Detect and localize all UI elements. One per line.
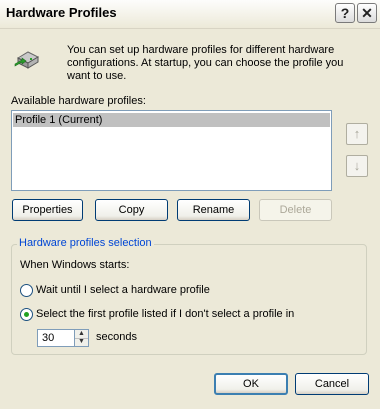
- available-profiles-label: Available hardware profiles:: [11, 95, 146, 107]
- arrow-down-icon: ↓: [353, 158, 361, 173]
- help-icon: ?: [340, 5, 350, 21]
- title-bar: Hardware Profiles ? ✕: [0, 0, 380, 29]
- radio-select-first[interactable]: [20, 308, 33, 321]
- radio-select-first-label[interactable]: Select the first profile listed if I don…: [36, 308, 294, 320]
- move-down-button[interactable]: ↓: [346, 155, 368, 177]
- ok-button[interactable]: OK: [214, 373, 288, 395]
- hardware-profile-icon: [12, 44, 42, 74]
- close-icon: ✕: [361, 5, 373, 21]
- list-item[interactable]: Profile 1 (Current): [13, 113, 330, 127]
- properties-button[interactable]: Properties: [12, 199, 83, 221]
- window-title: Hardware Profiles: [6, 5, 117, 20]
- seconds-label: seconds: [96, 331, 137, 343]
- radio-wait[interactable]: [20, 284, 33, 297]
- info-text: You can set up hardware profiles for dif…: [67, 44, 344, 82]
- cancel-button[interactable]: Cancel: [295, 373, 369, 395]
- help-button[interactable]: ?: [335, 3, 355, 23]
- group-title: Hardware profiles selection: [17, 237, 154, 249]
- copy-button[interactable]: Copy: [95, 199, 168, 221]
- delete-button[interactable]: Delete: [259, 199, 332, 221]
- close-button[interactable]: ✕: [357, 3, 377, 23]
- seconds-input[interactable]: 30: [37, 329, 75, 347]
- when-windows-starts-label: When Windows starts:: [20, 259, 130, 271]
- seconds-spinner[interactable]: ▲ ▼: [74, 329, 89, 347]
- spin-down-icon[interactable]: ▼: [75, 338, 88, 346]
- move-up-button[interactable]: ↑: [346, 123, 368, 145]
- rename-button[interactable]: Rename: [177, 199, 250, 221]
- radio-wait-label[interactable]: Wait until I select a hardware profile: [36, 284, 210, 296]
- arrow-up-icon: ↑: [353, 126, 361, 141]
- profiles-listbox[interactable]: Profile 1 (Current): [11, 110, 332, 191]
- radio-selected-dot: [24, 312, 29, 317]
